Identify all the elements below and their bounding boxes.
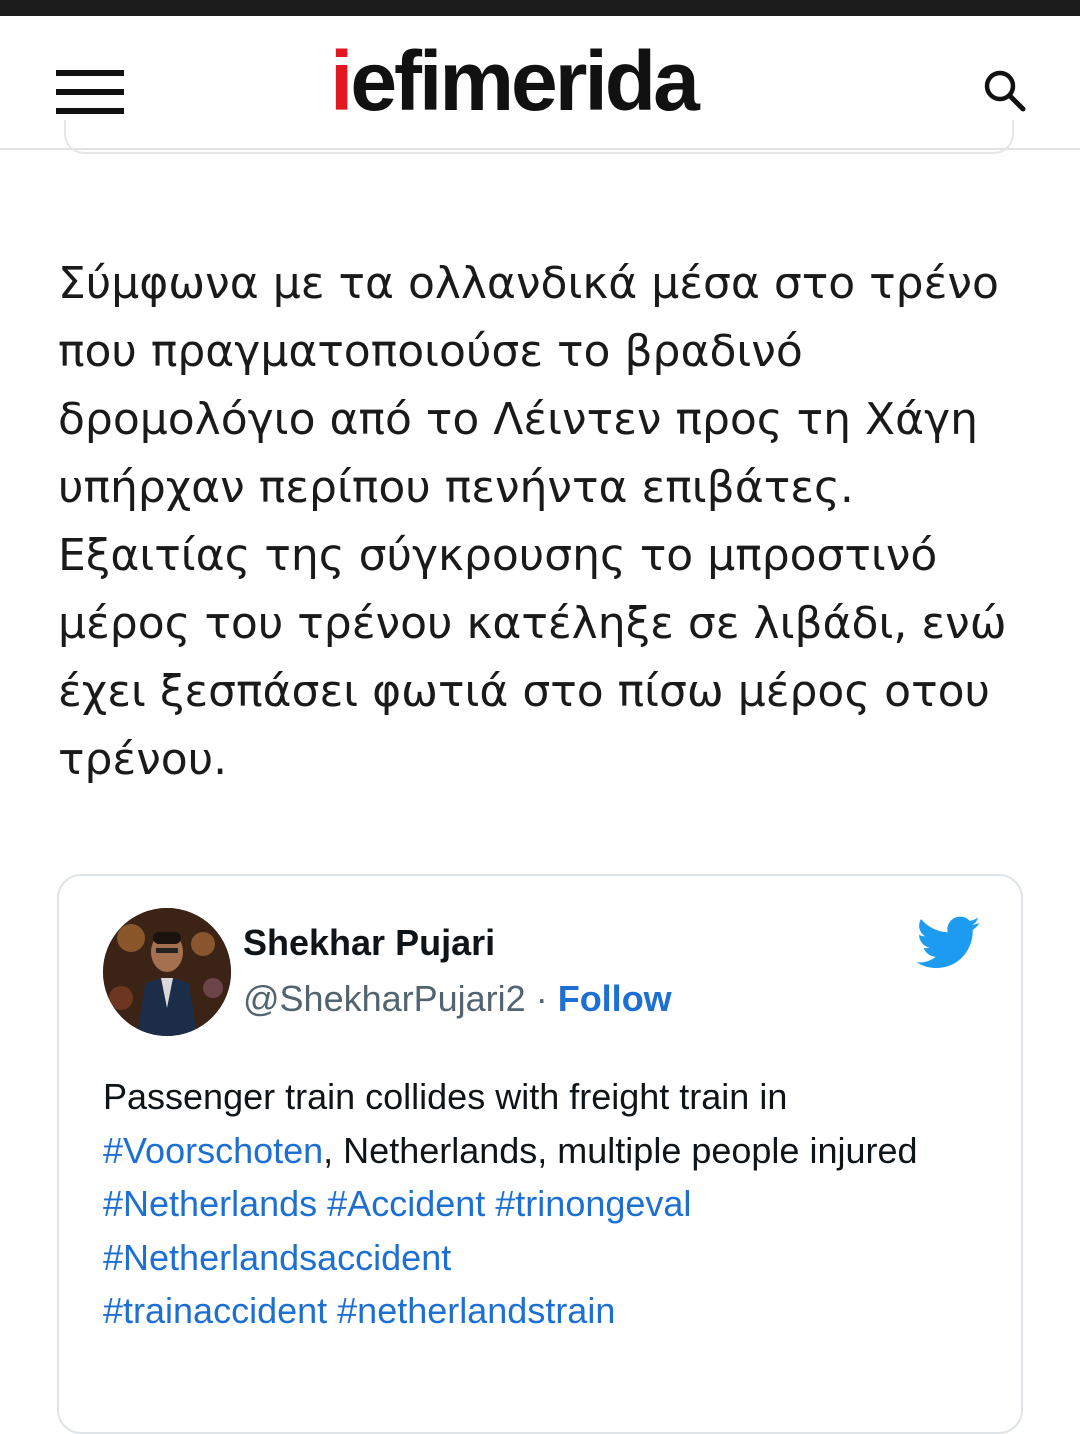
tweet-author-name[interactable]: Shekhar Pujari — [243, 922, 495, 964]
avatar-photo — [103, 908, 231, 1036]
hashtag-link[interactable]: #Voorschoten — [103, 1130, 323, 1171]
tweet-text-part: , Netherlands, multiple people injured — [323, 1129, 918, 1171]
site-logo[interactable]: iefimerida — [330, 36, 760, 126]
hashtag-link[interactable]: #netherlandstrain — [337, 1290, 615, 1331]
previous-embed-edge — [64, 120, 1014, 154]
logo-wordmark: efimerida — [350, 34, 699, 128]
meta-separator: · — [535, 978, 548, 1019]
hashtag-link[interactable]: #trainaccident — [103, 1290, 327, 1331]
tweet-author-meta: @ShekharPujari2 · Follow — [243, 978, 672, 1020]
tweet-text: Passenger train collides with freight tr… — [103, 1070, 983, 1338]
article-paragraph: Σύμφωνα με τα ολλανδικά μέσα στο τρένο π… — [58, 258, 1007, 785]
twitter-bird-icon[interactable] — [917, 916, 981, 970]
tweet-author-handle[interactable]: @ShekharPujari2 — [243, 978, 526, 1019]
avatar[interactable] — [103, 908, 231, 1036]
hamburger-menu-icon[interactable] — [56, 70, 124, 114]
hashtag-link[interactable]: #Accident — [327, 1183, 485, 1224]
hashtag-link[interactable]: #Netherlands — [103, 1183, 317, 1224]
embedded-tweet[interactable]: Shekhar Pujari @ShekharPujari2 · Follow Pa… — [57, 874, 1023, 1434]
search-icon[interactable] — [982, 68, 1028, 114]
status-bar — [0, 0, 1080, 16]
tweet-text-part: Passenger train collides with freight tr… — [103, 1076, 788, 1117]
logo-accent-letter: i — [330, 34, 353, 128]
hashtag-link[interactable]: #Netherlandsaccident — [103, 1237, 451, 1278]
hashtag-link[interactable]: #trinongeval — [495, 1183, 691, 1224]
follow-button[interactable]: Follow — [558, 978, 672, 1019]
